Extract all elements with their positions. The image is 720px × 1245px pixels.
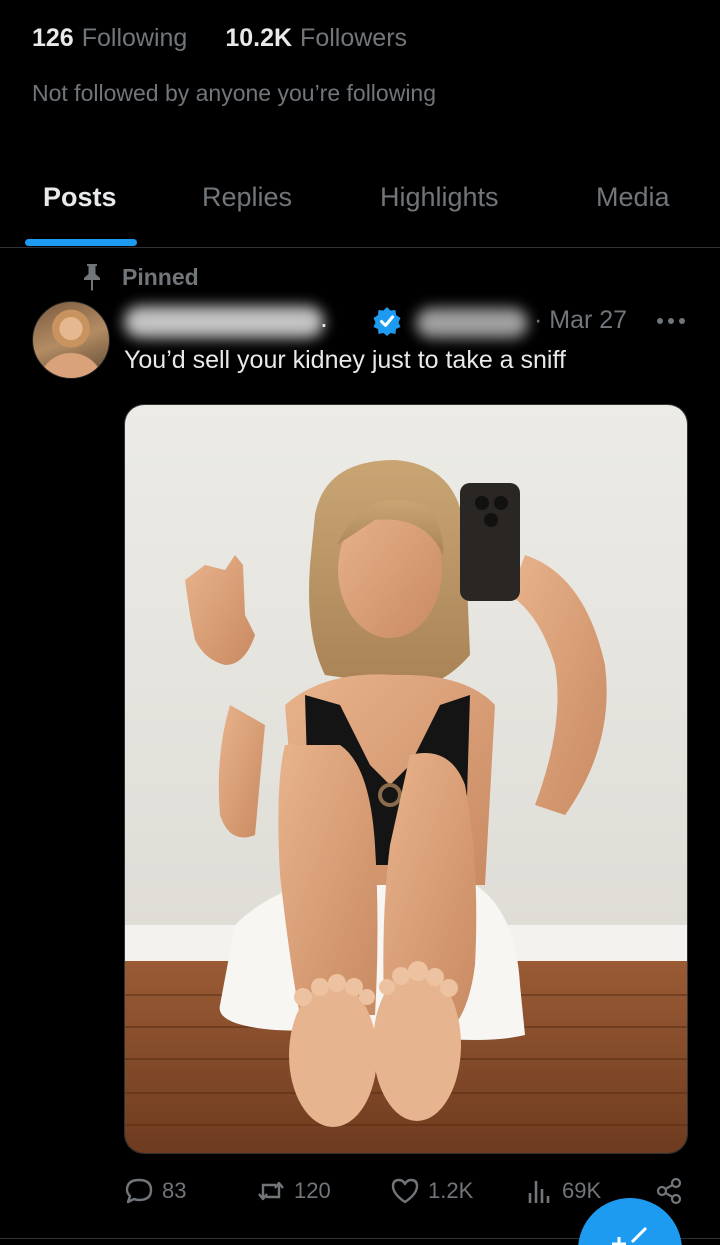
reply-button[interactable]: 83 (124, 1176, 186, 1206)
reply-count: 83 (162, 1178, 187, 1203)
tab-media[interactable]: Media (596, 182, 670, 213)
repost-button[interactable]: 120 (256, 1176, 331, 1206)
views-button[interactable]: 69K (524, 1176, 601, 1206)
share-button[interactable] (654, 1176, 684, 1206)
tab-replies[interactable]: Replies (202, 182, 292, 213)
profile-tabs: Posts Replies Highlights Media (0, 160, 720, 248)
following-stat[interactable]: 126 Following (32, 24, 187, 53)
post-header: . · Mar 27 (124, 300, 694, 344)
compose-icon (612, 1226, 648, 1245)
more-options-icon[interactable] (654, 306, 688, 336)
verified-badge-icon (373, 307, 401, 336)
repost-count: 120 (294, 1178, 331, 1203)
profile-page: 126 Following 10.2K Followers Not follow… (0, 0, 720, 1245)
redacted-handle[interactable] (416, 308, 528, 338)
followers-stat[interactable]: 10.2K Followers (225, 24, 407, 53)
post-date[interactable]: · Mar 27 (534, 306, 627, 335)
views-count: 69K (562, 1178, 602, 1203)
repost-icon (258, 1181, 284, 1201)
redacted-display-name[interactable] (124, 306, 324, 338)
tab-posts[interactable]: Posts (43, 182, 117, 213)
pin-icon (84, 264, 100, 291)
following-label: Following (81, 24, 188, 52)
post-text: You’d sell your kidney just to take a sn… (124, 346, 566, 374)
reply-bubble-icon (125, 1178, 153, 1204)
pinned-label-row: Pinned (80, 262, 199, 292)
like-button[interactable]: 1.2K (390, 1176, 473, 1206)
tab-highlights[interactable]: Highlights (380, 182, 499, 213)
bar-chart-icon (528, 1181, 550, 1203)
followers-label: Followers (300, 24, 408, 52)
share-icon (656, 1177, 682, 1205)
author-avatar[interactable] (32, 301, 110, 379)
post-image[interactable] (124, 404, 688, 1154)
following-count: 126 (32, 24, 74, 52)
name-separator: . (320, 302, 328, 333)
tabs-divider (0, 247, 720, 248)
heart-icon (391, 1178, 419, 1204)
pinned-label: Pinned (122, 263, 199, 290)
profile-stats: 126 Following 10.2K Followers (32, 24, 407, 53)
active-tab-indicator (25, 239, 137, 246)
like-count: 1.2K (428, 1178, 474, 1203)
followers-count: 10.2K (225, 24, 293, 52)
not-followed-note: Not followed by anyone you’re following (32, 80, 437, 106)
post-photo (125, 405, 687, 1153)
